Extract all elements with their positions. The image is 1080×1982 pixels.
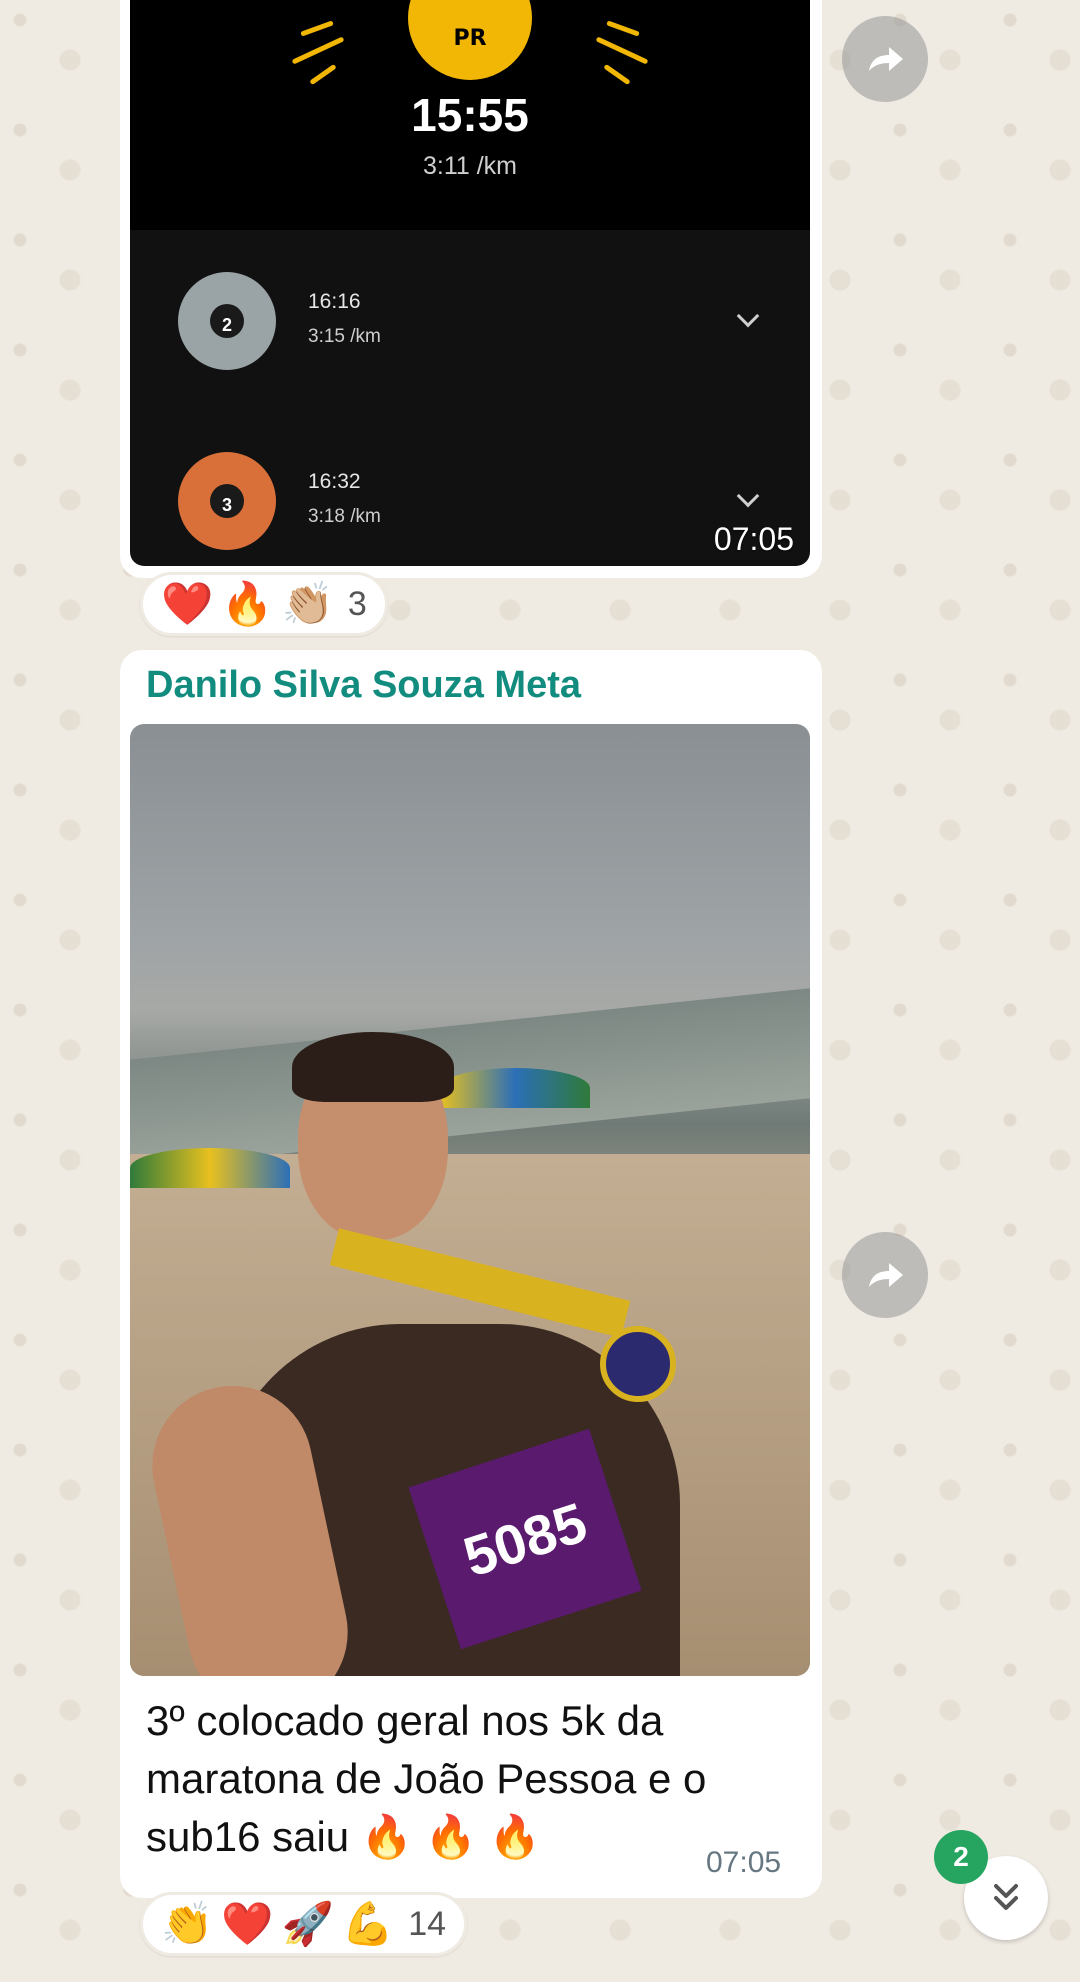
forward-icon [869,1263,903,1287]
forward-button[interactable] [842,1232,928,1318]
stats-row-rank-3[interactable]: 3 16:32 3:18 /km [130,410,810,566]
reaction-emoji: 🔥 [221,579,274,628]
row-time: 16:32 [308,470,361,493]
reactions-bar[interactable]: ❤️ 🔥 👏🏼 3 [140,572,388,636]
medal-rank: 3 [210,484,244,518]
chevron-down-icon[interactable] [736,484,760,508]
row-pace: 3:15 /km [308,326,381,347]
medal-2-icon: 2 [178,272,276,370]
message-timestamp: 07:05 [713,521,794,557]
ray-decoration [595,36,649,65]
stats-row-rank-2[interactable]: 2 16:16 3:15 /km [130,230,810,410]
pr-badge-label: PR [453,25,487,51]
reaction-count: 14 [408,1904,447,1943]
row-time: 16:16 [308,290,361,313]
ray-decoration [291,36,345,65]
medal-3-icon: 3 [178,452,276,550]
forward-button[interactable] [842,16,928,102]
photo-umbrella [440,1068,590,1108]
double-chevron-down-icon [994,1884,1018,1910]
reaction-emoji: 👏 [161,1899,214,1948]
reaction-emoji: 💪 [341,1899,395,1948]
reaction-count: 3 [347,584,367,623]
reaction-emoji: 👏🏼 [281,579,334,628]
forward-icon [869,47,903,71]
photo-umbrella [130,1148,290,1188]
message-timestamp: 07:05 [706,1846,782,1879]
ray-decoration [606,20,640,37]
stats-image[interactable]: PR 15:55 3:11 /km 2 16:16 3:15 /km 3 16:… [130,0,810,566]
chevron-down-icon[interactable] [736,304,760,328]
sender-name[interactable]: Danilo Silva Souza Meta [146,664,581,707]
reaction-emoji: ❤️ [161,579,214,628]
pr-medal-icon: PR [408,0,532,80]
ray-decoration [300,20,334,37]
message-photo[interactable]: 5085 [130,724,810,1676]
photo-person-hair [292,1032,454,1102]
reaction-emoji: ❤️ [221,1899,274,1948]
reaction-emoji: 🚀 [281,1899,334,1948]
bib-number: 5085 [456,1489,594,1589]
message-caption: 3º colocado geral nos 5k da maratona de … [146,1697,707,1860]
ray-decoration [603,63,631,86]
ray-decoration [309,63,337,86]
photo-medal [600,1326,676,1402]
reactions-bar[interactable]: 👏 ❤️ 🚀 💪 14 [140,1892,468,1956]
medal-rank: 2 [210,304,244,338]
unread-count-badge: 2 [934,1830,988,1884]
stats-header: PR 15:55 3:11 /km [130,0,810,230]
best-pace: 3:11 /km [422,152,518,180]
row-pace: 3:18 /km [308,506,381,527]
best-time: 15:55 [411,89,529,141]
